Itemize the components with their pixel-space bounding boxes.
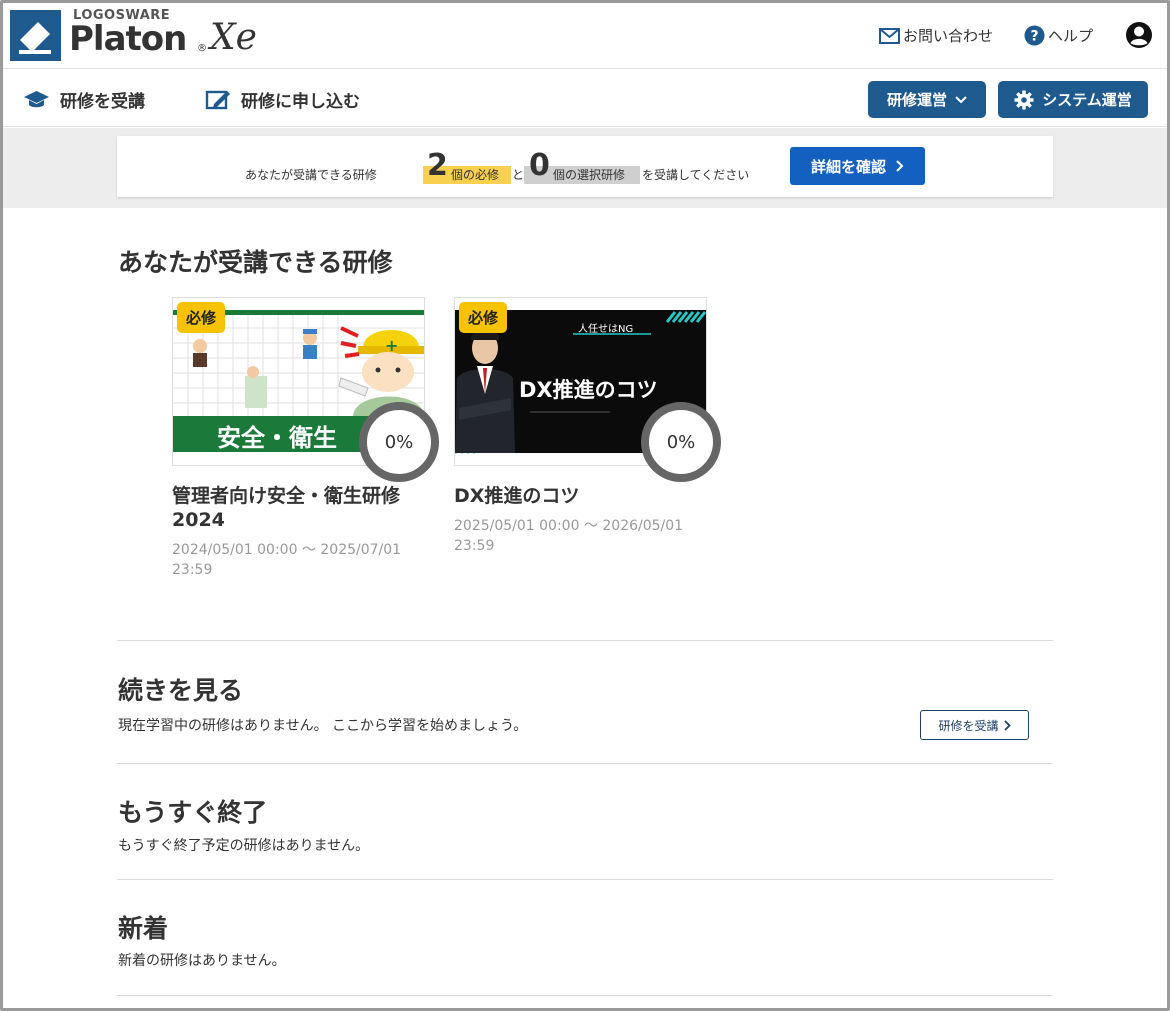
thumbnail-top-label: 人任せはNG [578,324,634,335]
logo-suffix-text: Xe [210,17,257,58]
help-link[interactable]: ? ヘルプ [1024,25,1093,46]
view-details-label: 詳細を確認 [810,157,886,176]
required-badge: 必修 [459,302,507,333]
continue-empty-text: 現在学習中の研修はありません。 ここから学習を始めましょう。 [118,718,528,734]
gear-icon [1014,90,1034,109]
course-period: 2024/05/01 00:00 〜 2025/07/01 23:59 [172,542,402,578]
nav-apply-training[interactable]: 研修に申し込む [205,87,360,112]
svg-text:?: ? [1030,29,1038,45]
chevron-down-icon [955,95,967,103]
logo-registered-mark: ® [197,43,207,54]
course-thumbnail[interactable]: + 安全・衛生 必修 0% [172,297,439,482]
start-training-button[interactable]: 研修を受講 [920,710,1029,740]
chevron-right-icon [896,160,904,172]
summary-connector: と [512,168,525,182]
nav-attend-training[interactable]: 研修を受講 [23,87,145,112]
thumbnail-caption: DX推進のコツ [519,378,658,402]
training-admin-label: 研修運営 [886,91,947,109]
mail-icon [879,27,900,44]
training-admin-dropdown[interactable]: 研修運営 [868,81,986,118]
continue-section-title: 続きを見る [118,676,244,705]
system-admin-label: システム運営 [1042,91,1132,109]
progress-ring: 0% [359,402,439,482]
contact-label: お問い合わせ [903,27,994,45]
summary-card: あなたが受講できる研修 2 個の必修 と 0 個の選択研修 を受講してください … [117,136,1053,197]
summary-suffix: を受講してください [642,168,750,182]
course-title[interactable]: DX推進のコツ [454,484,707,508]
course-card[interactable]: 人任せはNG DX推進のコツ 必修 0% DX推進のコツ 2025/05/01 … [454,297,721,556]
user-account-icon[interactable] [1125,21,1153,49]
section-divider [117,640,1053,641]
contact-link[interactable]: お問い合わせ [879,25,993,46]
nav-bar: 研修を受講 研修に申し込む 研修運営 システム運営 [3,69,1167,127]
top-header: LOGOSWARE Platon ® Xe お問い合わせ ? ヘルプ [3,3,1167,69]
available-section-title: あなたが受講できる研修 [118,248,393,277]
chevron-right-icon [1003,719,1011,731]
course-title[interactable]: 管理者向け安全・衛生研修2024 [172,484,425,532]
new-section-title: 新着 [118,914,169,943]
section-divider [117,763,1053,764]
start-training-label: 研修を受講 [938,718,999,733]
ending-soon-section-title: もうすぐ終了 [118,798,268,827]
required-badge: 必修 [177,302,225,333]
new-empty-text: 新着の研修はありません。 [118,953,286,969]
required-count: 2 [427,148,448,183]
nav-apply-label: 研修に申し込む [241,92,360,112]
course-thumbnail[interactable]: 人任せはNG DX推進のコツ 必修 0% [454,297,721,482]
graduation-cap-icon [24,90,49,107]
required-label: 個の必修 [451,168,500,182]
summary-band: あなたが受講できる研修 2 個の必修 と 0 個の選択研修 を受講してください … [3,128,1167,208]
course-card[interactable]: + 安全・衛生 必修 0% 管理者向け安全・衛生研修2024 2024/05/0… [172,297,439,580]
section-divider [117,995,1053,996]
progress-ring: 0% [641,402,721,482]
help-label: ヘルプ [1048,27,1094,45]
view-details-button[interactable]: 詳細を確認 [790,147,925,185]
system-admin-button[interactable]: システム運営 [998,81,1148,118]
logo-icon[interactable] [10,10,61,61]
section-divider [117,879,1053,880]
summary-prefix: あなたが受講できる研修 [245,168,377,182]
logo-name-text: Platon [69,19,187,59]
elective-label: 個の選択研修 [553,168,626,182]
elective-count: 0 [529,148,550,183]
help-icon: ? [1024,25,1045,46]
apply-form-icon [205,90,230,109]
thumbnail-caption: 安全・衛生 [217,424,337,452]
nav-attend-label: 研修を受講 [60,92,145,112]
app-window: LOGOSWARE Platon ® Xe お問い合わせ ? ヘルプ 研修を受講… [0,0,1170,1011]
ending-soon-empty-text: もうすぐ終了予定の研修はありません。 [118,838,370,854]
course-period: 2025/05/01 00:00 〜 2026/05/01 23:59 [454,518,684,554]
